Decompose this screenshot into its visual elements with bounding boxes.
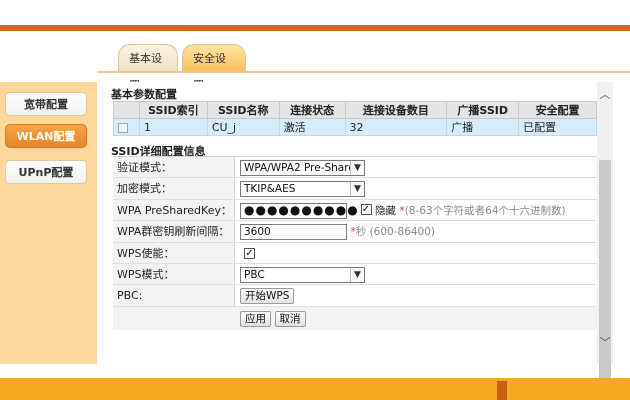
cell-index: 1	[138, 118, 208, 136]
chevron-down-icon: ▼	[350, 161, 364, 175]
chevron-down-icon: ▼	[350, 267, 364, 282]
table-row[interactable]: 1 CU_j 激活 32 广播 已配置	[113, 118, 597, 136]
encryption-mode-value: TKIP&AES	[244, 183, 296, 196]
scrollbar-thumb[interactable]	[599, 160, 611, 400]
sidebar-item-wlan[interactable]: WLAN配置	[5, 124, 87, 148]
cell-security: 已配置	[518, 118, 597, 136]
rekey-interval-input[interactable]: 3600	[240, 224, 347, 241]
col-ssid-index: SSID索引	[138, 101, 208, 119]
col-security: 安全配置	[518, 101, 597, 119]
cell-broadcast: 广播	[446, 118, 520, 136]
col-broadcast: 广播SSID	[446, 101, 520, 119]
ssid-table: SSID索引 SSID名称 连接状态 连接设备数目 广播SSID 安全配置 1 …	[113, 101, 597, 136]
chevron-down-icon: ▼	[350, 182, 364, 197]
row-select-cell[interactable]	[113, 118, 140, 136]
row-checkbox[interactable]	[118, 122, 128, 133]
auth-mode-label: 验证模式：	[113, 157, 235, 178]
chevron-down-icon[interactable]: ﹀	[597, 336, 613, 350]
pbc-label: PBC:	[113, 285, 235, 306]
footer-bar	[0, 378, 630, 400]
header-accent-bar	[0, 25, 630, 31]
hide-psk-checkbox[interactable]: ✓	[360, 204, 372, 216]
form-actions: 应用 取消	[113, 306, 597, 330]
main-content: 基本参数配置 SSID索引 SSID名称 连接状态 连接设备数目 广播SSID …	[97, 82, 597, 364]
col-select	[113, 101, 140, 119]
cell-status: 激活	[278, 118, 346, 136]
ssid-detail-form: 验证模式： WPA/WPA2 Pre-Share ▼ 加密模式： TKIP&AE…	[113, 156, 597, 330]
encryption-mode-select[interactable]: TKIP&AES ▼	[240, 181, 365, 198]
hide-psk-label: 隐藏	[375, 204, 396, 217]
basic-params-title: 基本参数配置	[111, 88, 177, 101]
ssid-table-header: SSID索引 SSID名称 连接状态 连接设备数目 广播SSID 安全配置	[113, 101, 597, 119]
sidebar: 宽带配置 WLAN配置 UPnP配置	[0, 82, 97, 364]
wps-mode-row: WPS模式： PBC ▼	[113, 263, 597, 286]
wps-mode-label: WPS模式：	[113, 263, 235, 285]
auth-mode-row: 验证模式： WPA/WPA2 Pre-Share ▼	[113, 157, 597, 179]
tab-basic-settings[interactable]: 基本设置	[118, 44, 178, 92]
content-scrollbar[interactable]: ︿ ﹀	[597, 82, 613, 400]
encryption-mode-label: 加密模式：	[113, 178, 235, 199]
col-status: 连接状态	[278, 101, 346, 119]
cell-devices: 32	[344, 118, 448, 136]
cell-name: CU_j	[206, 118, 280, 136]
col-devices: 连接设备数目	[344, 101, 448, 119]
wps-enable-row: WPS使能： ✓	[113, 242, 597, 264]
rekey-interval-label: WPA群密钥刷新间隔：	[113, 221, 235, 242]
col-ssid-name: SSID名称	[206, 101, 280, 119]
psk-hint: *(8-63个字符或者64个十六进制数)	[399, 204, 566, 217]
top-strip	[0, 0, 630, 25]
sidebar-item-upnp[interactable]: UPnP配置	[5, 160, 87, 184]
sidebar-item-broadband[interactable]: 宽带配置	[5, 92, 87, 116]
rekey-interval-row: WPA群密钥刷新间隔： 3600 *秒 (600-86400)	[113, 221, 597, 243]
auth-mode-select[interactable]: WPA/WPA2 Pre-Share ▼	[240, 160, 365, 176]
wps-mode-select[interactable]: PBC ▼	[240, 266, 365, 283]
encryption-mode-row: 加密模式： TKIP&AES ▼	[113, 178, 597, 200]
rekey-interval-hint: *秒 (600-86400)	[350, 226, 436, 239]
chevron-up-icon[interactable]: ︿	[597, 88, 613, 102]
tab-security-settings[interactable]: 安全设置	[182, 44, 246, 92]
footer-marker	[497, 381, 507, 400]
wps-enable-label: WPS使能：	[113, 242, 235, 263]
auth-mode-value: WPA/WPA2 Pre-Share	[244, 162, 355, 174]
tab-bar-underline	[97, 71, 630, 73]
psk-input[interactable]: ●●●●●●●●●●	[240, 202, 358, 219]
wps-mode-value: PBC	[244, 268, 265, 281]
start-wps-button[interactable]: 开始WPS	[240, 288, 295, 305]
psk-row: WPA PreSharedKey： ●●●●●●●●●● ✓ 隐藏 *(8-63…	[113, 199, 597, 222]
psk-label: WPA PreSharedKey：	[113, 199, 235, 221]
apply-button[interactable]: 应用	[240, 310, 271, 327]
wps-enable-checkbox[interactable]: ✓	[244, 248, 255, 260]
cancel-button[interactable]: 取消	[274, 310, 306, 327]
pbc-row: PBC: 开始WPS	[113, 285, 597, 307]
